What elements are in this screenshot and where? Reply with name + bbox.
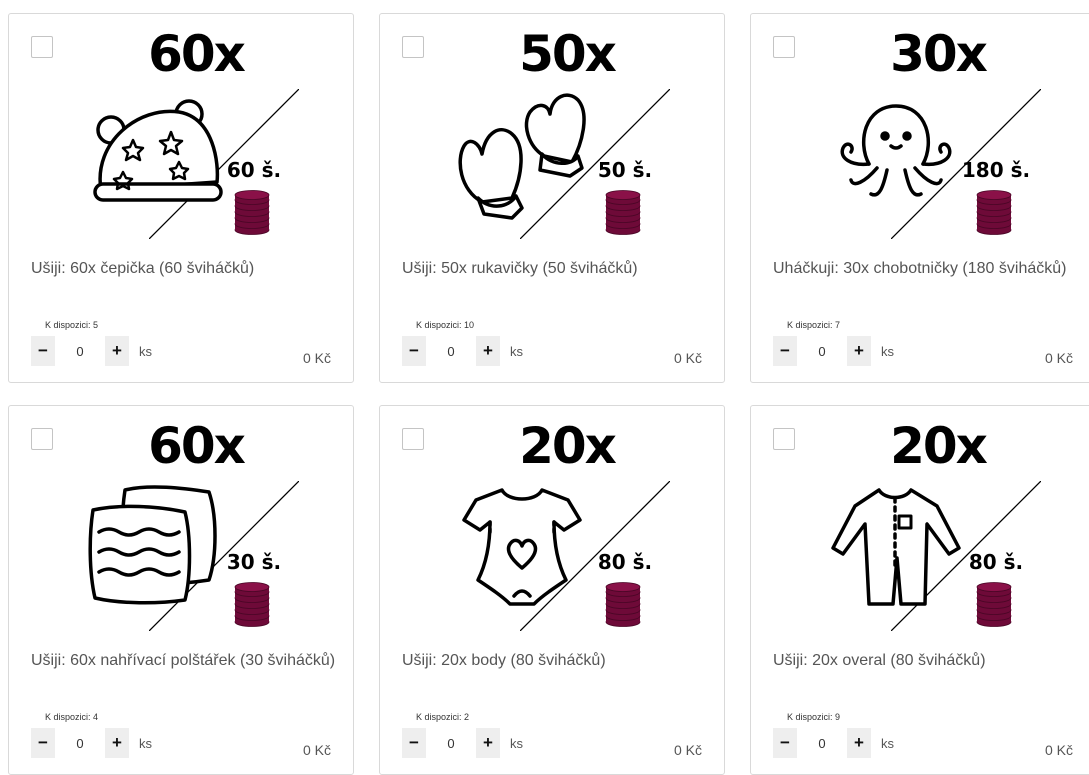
increment-button[interactable]: + [476,728,500,758]
availability-label: K dispozici: 2 [416,712,470,722]
product-card-rukavicky: 50x 50 š. Ušiji: 50x rukavičky (50 švihá… [379,13,725,383]
hat-icon [93,99,223,202]
total-price: 0 Kč [673,742,702,758]
price-label: 180 š. [961,158,1031,182]
product-title: Uháčkuji: 30x chobotničky (180 šviháčků) [773,260,1067,277]
quantity-header: 50x [519,25,617,83]
decrement-button[interactable]: − [402,728,426,758]
product-card-polstarek: 60x 30 š. Ušiji: 60x nahřívací polštářek… [8,405,354,775]
price-label: 30 š. [226,550,282,574]
decrement-button[interactable]: − [402,336,426,366]
product-card-overal: 20x 80 š. Ušiji: 20x overal (80 šviháčků… [750,405,1089,775]
coin-stack-icon [976,190,1012,235]
quantity-stepper: − + ks [402,728,523,758]
decrement-button[interactable]: − [773,336,797,366]
octopus-icon [840,104,952,197]
decrement-button[interactable]: − [773,728,797,758]
availability-label: K dispozici: 9 [787,712,841,722]
quantity-header: 20x [519,417,617,475]
quantity-input[interactable] [55,336,105,366]
product-title: Ušiji: 20x body (80 šviháčků) [402,652,606,669]
increment-button[interactable]: + [847,728,871,758]
select-checkbox[interactable] [402,36,424,58]
price-label: 50 š. [597,158,653,182]
product-title: Ušiji: 50x rukavičky (50 šviháčků) [402,260,638,277]
coin-stack-icon [234,190,270,235]
increment-button[interactable]: + [476,336,500,366]
quantity-header: 60x [148,417,246,475]
unit-label: ks [881,343,894,359]
availability-label: K dispozici: 10 [416,320,475,330]
quantity-header: 60x [148,25,246,83]
price-label: 80 š. [968,550,1024,574]
quantity-header: 30x [890,25,988,83]
quantity-stepper: − + ks [773,728,894,758]
product-title: Ušiji: 20x overal (80 šviháčků) [773,652,986,669]
unit-label: ks [510,343,523,359]
coin-stack-icon [234,582,270,627]
mittens-icon [458,93,586,220]
coin-stack-icon [605,582,641,627]
select-checkbox[interactable] [31,428,53,450]
product-card-cepicka: 60x 60 š. Ušiji: 60x čepička (60 šviháčk… [8,13,354,383]
unit-label: ks [881,735,894,751]
quantity-header: 20x [890,417,988,475]
product-title: Ušiji: 60x nahřívací polštářek (30 švihá… [31,652,336,669]
increment-button[interactable]: + [105,728,129,758]
select-checkbox[interactable] [773,36,795,58]
select-checkbox[interactable] [402,428,424,450]
total-price: 0 Kč [673,350,702,366]
price-label: 80 š. [597,550,653,574]
quantity-input[interactable] [797,728,847,758]
availability-label: K dispozici: 4 [45,712,99,722]
total-price: 0 Kč [302,350,331,366]
select-checkbox[interactable] [773,428,795,450]
select-checkbox[interactable] [31,36,53,58]
product-title: Ušiji: 60x čepička (60 šviháčků) [31,260,255,277]
availability-label: K dispozici: 7 [787,320,841,330]
product-card-chobotnicky: 30x 180 š. Uháčkuji: 30x chobotničky (18… [750,13,1089,383]
unit-label: ks [510,735,523,751]
quantity-input[interactable] [797,336,847,366]
decrement-button[interactable]: − [31,728,55,758]
quantity-input[interactable] [426,336,476,366]
quantity-stepper: − + ks [773,336,894,366]
quantity-stepper: − + ks [31,336,152,366]
pillows-icon [88,485,217,605]
baby-bodysuit-icon [462,488,582,606]
availability-label: K dispozici: 5 [45,320,99,330]
product-card-body: 20x 80 š. Ušiji: 20x body (80 šviháčků) … [379,405,725,775]
quantity-stepper: − + ks [31,728,152,758]
quantity-input[interactable] [55,728,105,758]
coin-stack-icon [976,582,1012,627]
unit-label: ks [139,343,152,359]
total-price: 0 Kč [302,742,331,758]
price-label: 60 š. [226,158,282,182]
quantity-stepper: − + ks [402,336,523,366]
baby-overall-icon [831,488,961,606]
unit-label: ks [139,735,152,751]
decrement-button[interactable]: − [31,336,55,366]
increment-button[interactable]: + [105,336,129,366]
increment-button[interactable]: + [847,336,871,366]
total-price: 0 Kč [1044,350,1073,366]
total-price: 0 Kč [1044,742,1073,758]
coin-stack-icon [605,190,641,235]
quantity-input[interactable] [426,728,476,758]
